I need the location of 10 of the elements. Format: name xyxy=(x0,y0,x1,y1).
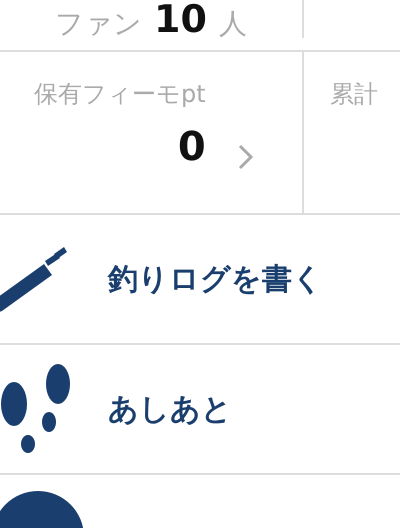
menu-item[interactable]: 釣りログを書く xyxy=(108,258,323,300)
stat-label: 保有フィーモpt xyxy=(34,80,206,109)
stat-label: 累計 xyxy=(330,80,378,109)
pencil-icon xyxy=(0,244,70,314)
stat-value: 0 xyxy=(178,126,206,167)
fans-label: ファン xyxy=(55,10,142,38)
chevron-right-icon[interactable] xyxy=(238,144,254,170)
fans-unit: 人 xyxy=(218,10,247,38)
menu-item[interactable]: あしあと xyxy=(108,388,232,430)
fans-count: 10 xyxy=(154,0,207,38)
